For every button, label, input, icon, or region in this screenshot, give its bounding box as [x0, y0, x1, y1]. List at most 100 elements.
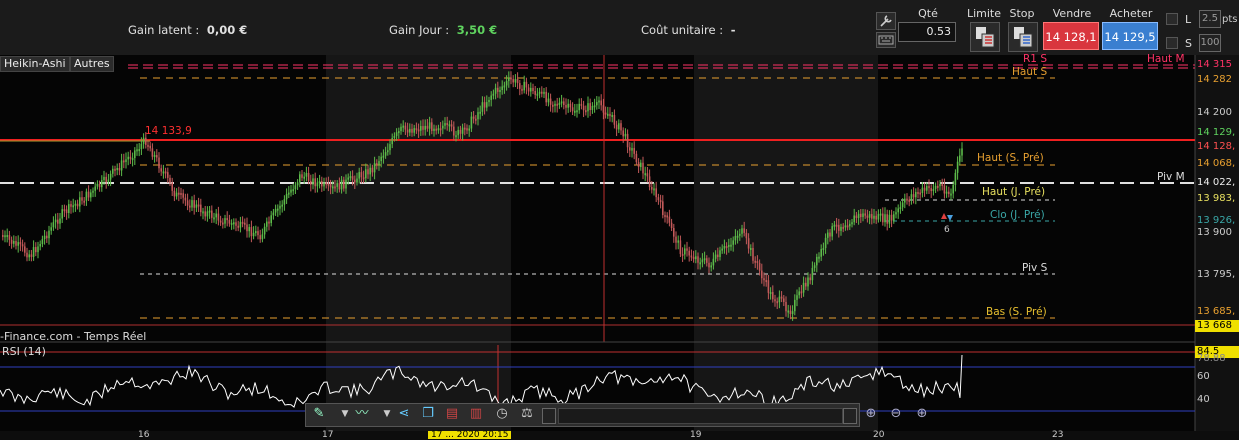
- candle-body: [446, 123, 448, 126]
- candle-body: [327, 183, 330, 186]
- candle-body: [402, 125, 404, 128]
- candle-body: [464, 127, 466, 130]
- candle-body: [505, 81, 508, 86]
- zoom-in-icon[interactable]: ⊕: [913, 405, 931, 423]
- indicator-icon[interactable]: ▤: [443, 405, 461, 423]
- clock-icon[interactable]: ◷: [493, 405, 511, 423]
- candle-body: [945, 191, 948, 194]
- candle-body: [19, 242, 22, 245]
- candle-body: [32, 247, 35, 257]
- candle-body: [800, 291, 803, 294]
- time-scrollbar[interactable]: [558, 408, 843, 424]
- candle-body: [816, 256, 818, 266]
- candle-body: [593, 105, 596, 108]
- candle-body: [193, 200, 195, 208]
- candle-body: [827, 232, 829, 238]
- candle-body: [424, 125, 426, 130]
- candle-body: [915, 191, 917, 198]
- candle-body: [215, 213, 217, 218]
- compare-icon[interactable]: ▥: [467, 405, 485, 423]
- sell-button[interactable]: 14 128,1: [1043, 22, 1099, 50]
- candle-body: [156, 155, 158, 158]
- candle-body: [615, 124, 618, 130]
- candle-body: [373, 163, 376, 173]
- keyboard-icon[interactable]: [876, 32, 896, 48]
- scale-icon[interactable]: ⚖: [518, 405, 536, 423]
- candle-body: [706, 258, 708, 263]
- draw-dropdown-icon[interactable]: ▼: [336, 405, 354, 423]
- candle-body: [659, 200, 662, 203]
- candle-body: [72, 205, 74, 208]
- buy-button[interactable]: 14 129,5: [1102, 22, 1158, 50]
- candle-body: [422, 126, 424, 130]
- candle-body: [369, 167, 371, 175]
- candle-body: [657, 197, 660, 201]
- candle-body: [406, 129, 409, 133]
- zoom-fit-icon[interactable]: ⊕: [862, 405, 880, 423]
- candle-body: [151, 148, 154, 157]
- candle-body: [552, 104, 554, 107]
- scroll-right-arrow-icon[interactable]: [843, 408, 857, 424]
- candle-body: [600, 100, 602, 106]
- candle-body: [160, 168, 162, 172]
- candle-body: [76, 203, 79, 207]
- l-points-input[interactable]: 2.5: [1199, 10, 1221, 28]
- candle-body: [851, 222, 853, 225]
- scroll-left-arrow-icon[interactable]: [542, 408, 556, 424]
- candle-body: [217, 213, 220, 221]
- chart-type-icon[interactable]: 〰: [353, 405, 371, 423]
- s-label: S: [1185, 37, 1192, 50]
- candle-body: [54, 219, 57, 223]
- draw-pencil-icon[interactable]: ✎: [310, 405, 328, 423]
- s-points-input[interactable]: 100: [1199, 34, 1221, 52]
- candle-body: [417, 129, 420, 132]
- candle-body: [908, 199, 910, 202]
- candle-body: [272, 212, 275, 216]
- haut-s-label: Haut S: [1012, 66, 1048, 78]
- checkbox-l[interactable]: [1166, 13, 1178, 25]
- candle-body: [138, 149, 140, 152]
- candle-body: [527, 87, 530, 92]
- price-chart[interactable]: [0, 55, 1239, 431]
- candle-body: [158, 157, 160, 169]
- candle-body: [893, 214, 895, 221]
- candle-body: [349, 176, 352, 179]
- candle-body: [233, 222, 235, 225]
- copy-icon[interactable]: ❐: [419, 405, 437, 423]
- candle-body: [83, 200, 85, 203]
- candle-body: [519, 83, 521, 89]
- cursor-date: 17 ... 2020 20:15: [428, 431, 512, 440]
- limit-order-icon[interactable]: [970, 22, 1000, 52]
- chart-type-dropdown-icon[interactable]: ▼: [378, 405, 396, 423]
- candle-body: [919, 192, 921, 195]
- checkbox-s[interactable]: [1166, 37, 1178, 49]
- candle-body: [541, 91, 543, 94]
- quantity-input[interactable]: 0.53: [898, 22, 956, 42]
- candle-body: [79, 197, 81, 207]
- candle-body: [252, 232, 255, 237]
- candle-body: [149, 145, 151, 149]
- zoom-out-icon[interactable]: ⊖: [887, 405, 905, 423]
- stop-order-icon[interactable]: [1008, 22, 1038, 52]
- candle-body: [301, 174, 303, 178]
- candle-body: [213, 217, 215, 220]
- candle-body: [901, 202, 904, 208]
- settings-wrench-icon[interactable]: [876, 12, 896, 30]
- candle-body: [494, 87, 497, 94]
- candle-body: [354, 179, 356, 183]
- candle-body: [853, 215, 855, 223]
- candle-body: [525, 81, 528, 88]
- candle-body: [127, 156, 129, 160]
- tab-autres[interactable]: Autres: [70, 56, 114, 72]
- share-icon[interactable]: ⋖: [395, 405, 413, 423]
- candle-body: [937, 185, 939, 188]
- candle-body: [13, 241, 15, 244]
- candle-body: [52, 222, 55, 228]
- candle-body: [794, 299, 796, 312]
- limite-header: Limite: [966, 7, 1002, 20]
- candle-body: [677, 240, 679, 243]
- candle-body: [961, 148, 963, 156]
- candle-body: [448, 124, 451, 127]
- tab-heikin-ashi[interactable]: Heikin-Ashi: [0, 56, 70, 72]
- candle-body: [807, 277, 809, 287]
